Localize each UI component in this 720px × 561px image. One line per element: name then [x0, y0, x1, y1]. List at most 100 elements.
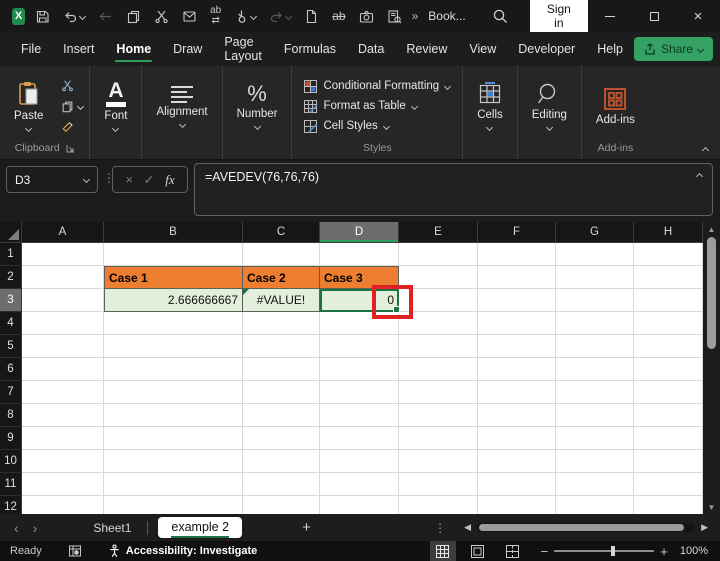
cell-A12[interactable] [22, 496, 104, 514]
horizontal-scrollbar[interactable]: ◀ ▶ [460, 522, 712, 533]
select-all-corner[interactable] [0, 222, 22, 243]
cell-C3[interactable]: #VALUE! [243, 289, 320, 312]
zoom-out-button[interactable]: − [535, 544, 555, 559]
mail-icon[interactable] [182, 9, 197, 24]
copy-icon[interactable] [126, 9, 141, 24]
editing-button[interactable]: Editing [524, 82, 575, 132]
cell-F10[interactable] [478, 450, 556, 473]
scroll-up-icon[interactable]: ▲ [703, 222, 720, 236]
formula-input[interactable]: =AVEDEV(76,76,76) [194, 163, 713, 216]
scroll-down-icon[interactable]: ▼ [703, 500, 720, 514]
row-header-6[interactable]: 6 [0, 358, 22, 381]
cell-A6[interactable] [22, 358, 104, 381]
cell-F8[interactable] [478, 404, 556, 427]
collapse-formula-bar-icon[interactable] [695, 172, 704, 181]
cell-E10[interactable] [399, 450, 478, 473]
cell-H5[interactable] [634, 335, 703, 358]
touch-mode-icon[interactable] [234, 9, 258, 24]
cell-A5[interactable] [22, 335, 104, 358]
cell-C12[interactable] [243, 496, 320, 514]
format-painter-button[interactable] [61, 121, 75, 134]
row-header-11[interactable]: 11 [0, 473, 22, 496]
cell-H12[interactable] [634, 496, 703, 514]
share-button[interactable]: Share [633, 37, 713, 61]
cell-F9[interactable] [478, 427, 556, 450]
paste-button[interactable]: Paste [6, 81, 51, 133]
next-sheet-icon[interactable]: › [33, 520, 38, 536]
cells-button[interactable]: Cells [469, 82, 511, 132]
zoom-slider-thumb[interactable] [611, 546, 616, 556]
ribbon-tab-review[interactable]: Review [395, 33, 458, 65]
cell-A3[interactable] [22, 289, 104, 312]
row-header-2[interactable]: 2 [0, 266, 22, 289]
cell-F5[interactable] [478, 335, 556, 358]
cell-G1[interactable] [556, 243, 634, 266]
cell-H11[interactable] [634, 473, 703, 496]
enter-icon[interactable]: ✓ [144, 172, 155, 188]
cell-A1[interactable] [22, 243, 104, 266]
cell-H7[interactable] [634, 381, 703, 404]
cell-H8[interactable] [634, 404, 703, 427]
format-as-table-button[interactable]: Format as Table [304, 99, 418, 113]
ribbon-tab-formulas[interactable]: Formulas [273, 33, 347, 65]
find-replace-icon[interactable]: ab ⇄ [210, 6, 221, 26]
cell-H10[interactable] [634, 450, 703, 473]
maximize-button[interactable] [632, 0, 676, 32]
strikethrough-icon[interactable]: ab [332, 10, 345, 22]
cell-B12[interactable] [104, 496, 243, 514]
cell-F4[interactable] [478, 312, 556, 335]
cell-E1[interactable] [399, 243, 478, 266]
cut-button[interactable] [61, 79, 74, 92]
cell-E11[interactable] [399, 473, 478, 496]
cell-C8[interactable] [243, 404, 320, 427]
number-button[interactable]: % Number [229, 83, 286, 131]
cell-D12[interactable] [320, 496, 399, 514]
cell-F11[interactable] [478, 473, 556, 496]
name-box[interactable]: D3 [6, 166, 98, 193]
cell-G2[interactable] [556, 266, 634, 289]
cell-B4[interactable] [104, 312, 243, 335]
cell-B11[interactable] [104, 473, 243, 496]
cell-B5[interactable] [104, 335, 243, 358]
cell-A4[interactable] [22, 312, 104, 335]
cell-B7[interactable] [104, 381, 243, 404]
cell-G3[interactable] [556, 289, 634, 312]
cell-H4[interactable] [634, 312, 703, 335]
cell-D6[interactable] [320, 358, 399, 381]
cell-A2[interactable] [22, 266, 104, 289]
cell-B6[interactable] [104, 358, 243, 381]
font-button[interactable]: A Font [96, 80, 135, 133]
row-header-9[interactable]: 9 [0, 427, 22, 450]
collapse-ribbon-icon[interactable] [701, 146, 710, 155]
cut-icon[interactable] [154, 9, 169, 24]
page-break-view-icon[interactable] [500, 541, 526, 561]
addins-button[interactable]: Add-ins [588, 87, 643, 126]
cell-C5[interactable] [243, 335, 320, 358]
row-header-4[interactable]: 4 [0, 312, 22, 335]
cell-G7[interactable] [556, 381, 634, 404]
cell-C11[interactable] [243, 473, 320, 496]
copy-button[interactable] [61, 100, 85, 113]
cell-H2[interactable] [634, 266, 703, 289]
row-header-5[interactable]: 5 [0, 335, 22, 358]
row-header-8[interactable]: 8 [0, 404, 22, 427]
ribbon-tab-data[interactable]: Data [347, 33, 395, 65]
cell-H6[interactable] [634, 358, 703, 381]
column-header-F[interactable]: F [478, 222, 556, 243]
cell-A10[interactable] [22, 450, 104, 473]
ribbon-tab-home[interactable]: Home [105, 33, 162, 65]
new-sheet-button[interactable]: + [302, 519, 311, 536]
cell-G8[interactable] [556, 404, 634, 427]
cell-E12[interactable] [399, 496, 478, 514]
cell-G9[interactable] [556, 427, 634, 450]
clipboard-dialog-launcher-icon[interactable] [66, 144, 75, 153]
cell-E7[interactable] [399, 381, 478, 404]
cell-D1[interactable] [320, 243, 399, 266]
column-header-A[interactable]: A [22, 222, 104, 243]
cell-G4[interactable] [556, 312, 634, 335]
cell-G6[interactable] [556, 358, 634, 381]
column-header-G[interactable]: G [556, 222, 634, 243]
zoom-slider[interactable] [554, 546, 655, 556]
sheet-options-icon[interactable]: ⋮ [434, 521, 446, 535]
cell-C7[interactable] [243, 381, 320, 404]
